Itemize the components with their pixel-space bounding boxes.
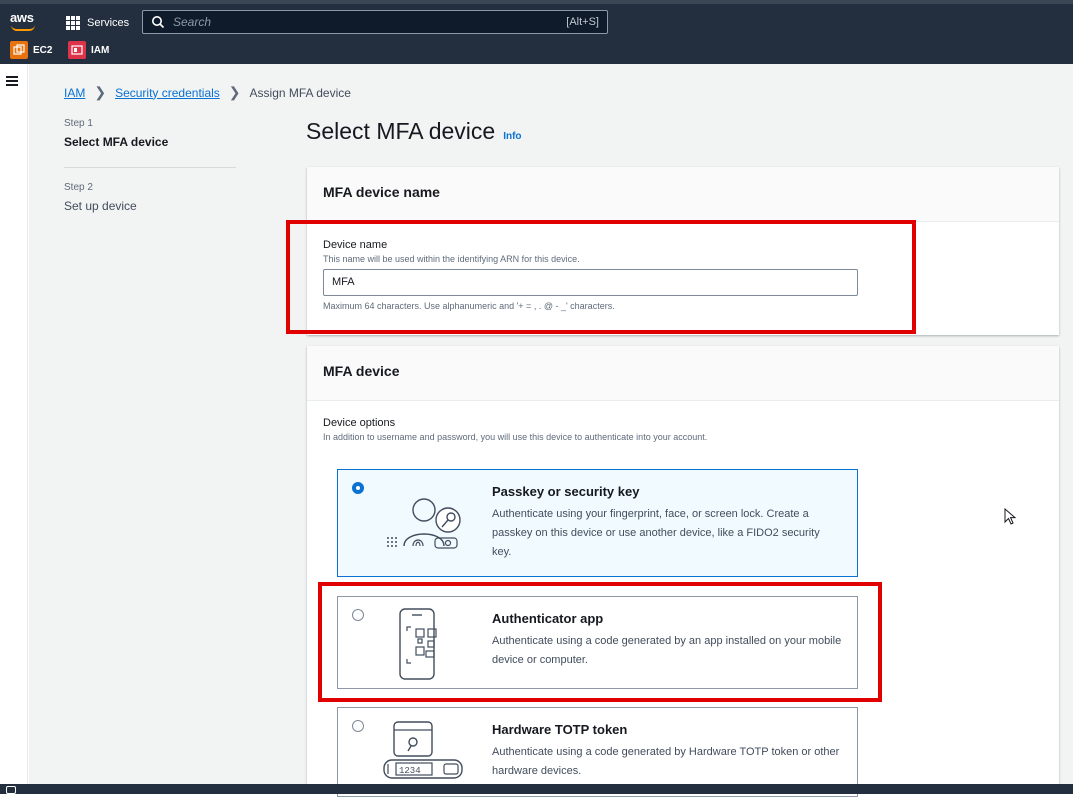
aws-logo-text: aws	[10, 10, 34, 25]
breadcrumb-chevron-icon: ❯	[94, 84, 107, 100]
step-2: Step 2 Set up device	[64, 182, 236, 213]
device-options-field: Device options In addition to username a…	[307, 401, 1059, 458]
cloudshell-icon[interactable]	[6, 786, 16, 794]
page-title: Select MFA device Info	[306, 118, 522, 145]
breadcrumb: IAM ❯ Security credentials ❯ Assign MFA …	[64, 84, 351, 101]
step-2-number: Step 2	[64, 182, 93, 193]
breadcrumb-iam[interactable]: IAM	[64, 86, 85, 100]
info-link[interactable]: Info	[503, 131, 521, 142]
hardware-totp-text: Hardware TOTP token Authenticate using a…	[492, 722, 842, 781]
aws-logo[interactable]: aws	[10, 10, 38, 34]
breadcrumb-security-credentials[interactable]: Security credentials	[115, 86, 220, 100]
passkey-description: Authenticate using your fingerprint, fac…	[492, 508, 820, 558]
favorite-ec2-label: EC2	[33, 44, 53, 56]
top-navigation: aws Services Search [Alt+S] EC2 IAM	[0, 0, 1073, 64]
menu-icon[interactable]	[6, 76, 18, 86]
step-divider	[64, 167, 236, 168]
passkey-radio[interactable]	[352, 482, 364, 494]
search-placeholder: Search	[173, 15, 212, 29]
services-grid-icon	[66, 16, 80, 30]
favorite-ec2[interactable]: EC2	[10, 40, 52, 60]
passkey-text: Passkey or security key Authenticate usi…	[492, 484, 842, 562]
page-title-text: Select MFA device	[306, 118, 496, 144]
services-menu-button[interactable]: Services	[66, 14, 129, 32]
mouse-cursor-icon	[1004, 508, 1017, 525]
browser-strip	[0, 0, 1073, 4]
annotation-box-authenticator-app	[318, 582, 882, 702]
device-options-label: Device options	[323, 417, 396, 429]
hardware-token-code: 1234	[399, 766, 421, 776]
step-1-number: Step 1	[64, 118, 93, 129]
iam-icon	[68, 41, 86, 59]
passkey-title: Passkey or security key	[492, 484, 640, 499]
step-1-title: Select MFA device	[64, 135, 169, 149]
passkey-icon	[387, 498, 461, 549]
side-navigation-rail	[0, 64, 28, 784]
aws-smile-icon	[11, 25, 35, 31]
search-shortcut: [Alt+S]	[566, 16, 599, 28]
hardware-totp-title: Hardware TOTP token	[492, 722, 628, 737]
favorite-iam-label: IAM	[91, 44, 110, 56]
breadcrumb-chevron-icon: ❯	[228, 84, 241, 100]
ec2-icon	[10, 41, 28, 59]
option-passkey[interactable]: Passkey or security key Authenticate usi…	[337, 469, 858, 577]
wizard-steps: Step 1 Select MFA device Step 2 Set up d…	[64, 118, 236, 213]
hardware-totp-description: Authenticate using a code generated by H…	[492, 746, 840, 777]
search-icon	[152, 16, 165, 29]
services-label: Services	[87, 17, 130, 29]
hardware-totp-radio[interactable]	[352, 720, 364, 732]
breadcrumb-current: Assign MFA device	[249, 85, 351, 100]
step-1[interactable]: Step 1 Select MFA device	[64, 118, 236, 149]
mfa-device-name-header: MFA device name	[307, 167, 1059, 222]
step-2-title: Set up device	[64, 199, 137, 213]
annotation-box-device-name	[286, 220, 916, 334]
bottom-bar	[0, 784, 1073, 794]
search-input[interactable]: Search [Alt+S]	[142, 10, 608, 34]
favorite-iam[interactable]: IAM	[68, 40, 109, 60]
device-options-description: In addition to username and password, yo…	[323, 432, 708, 442]
mfa-device-header: MFA device	[307, 346, 1059, 401]
